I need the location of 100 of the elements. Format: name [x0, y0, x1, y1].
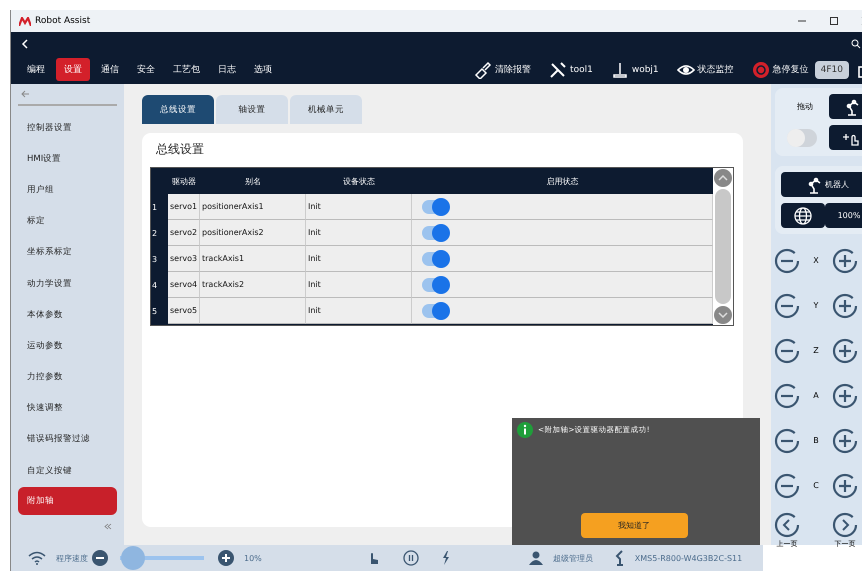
pause-icon[interactable]: [402, 550, 419, 566]
speed-value: 10%: [244, 554, 262, 562]
menu-tab[interactable]: 选项: [247, 59, 279, 80]
speed-label: 程序速度: [56, 552, 88, 564]
robot-mode-button[interactable]: [829, 94, 862, 119]
sidebar-item[interactable]: 力控参数: [18, 362, 117, 393]
menu-tab[interactable]: 安全: [130, 59, 162, 80]
minus-icon[interactable]: [774, 428, 800, 454]
tab[interactable]: 机械单元: [290, 95, 362, 124]
tab[interactable]: 总线设置: [142, 95, 214, 124]
collapse-icon[interactable]: [104, 523, 112, 530]
toolbar-button[interactable]: 急停复位: [752, 60, 809, 78]
back-icon[interactable]: [21, 38, 29, 48]
table-cell: servo3: [168, 246, 200, 272]
table-cell: trackAxis1: [200, 246, 306, 272]
column-header: 别名: [245, 176, 261, 186]
sidebar-item[interactable]: 快速调整: [18, 392, 117, 424]
sidebar-item[interactable]: 动力学设置: [18, 268, 117, 300]
sidebar-item[interactable]: 标定: [18, 206, 117, 237]
globe-icon: [794, 206, 812, 224]
search-icon[interactable]: [851, 38, 861, 48]
plus-icon[interactable]: [832, 248, 858, 274]
plus-icon[interactable]: [832, 338, 858, 364]
axis-label: X: [813, 256, 819, 265]
axis-label: B: [813, 436, 819, 445]
sidebar-item[interactable]: 坐标系标定: [18, 236, 117, 268]
tab[interactable]: 轴设置: [216, 95, 288, 124]
sidebar-item[interactable]: 运动参数: [18, 330, 117, 362]
minus-icon[interactable]: [774, 472, 800, 498]
table-cell: servo5: [168, 298, 200, 324]
plus-icon[interactable]: [832, 292, 858, 318]
toggle-switch[interactable]: [422, 226, 448, 240]
table-cell: Init: [306, 298, 412, 324]
plus-icon[interactable]: [832, 382, 858, 408]
robot-button[interactable]: 机器人: [781, 172, 862, 197]
toolbar-button[interactable]: 清除报警: [474, 60, 532, 78]
toggle-switch[interactable]: [422, 252, 448, 266]
table-cell: Init: [306, 246, 412, 272]
table-cell: Init: [306, 220, 412, 246]
sidebar-item[interactable]: 自定义按键: [18, 455, 117, 486]
table-cell: servo4: [168, 272, 200, 298]
previous-page-button[interactable]: [774, 512, 800, 538]
teach-point-button[interactable]: [829, 125, 862, 150]
sidebar-item[interactable]: HMI设置: [18, 143, 117, 174]
panel-title: 总线设置: [156, 141, 205, 158]
table-cell: servo1: [168, 194, 200, 220]
toolbar-button[interactable]: 状态监控: [676, 60, 734, 78]
sidebar-item[interactable]: 用户组: [18, 174, 117, 206]
broom-icon: [474, 60, 492, 78]
emergency-stop-icon: [752, 60, 770, 78]
drag-label: 拖动: [796, 101, 814, 112]
speed-button[interactable]: 100%: [825, 203, 862, 228]
plus-icon[interactable]: [832, 472, 858, 498]
sidebar-item[interactable]: 附加轴: [18, 487, 117, 516]
user-name: 超级管理员: [552, 552, 593, 564]
toolbar-button[interactable]: tool1: [549, 60, 593, 78]
minus-icon[interactable]: [774, 292, 800, 318]
axis-label: A: [813, 391, 819, 400]
axis-label: C: [813, 481, 819, 490]
plus-icon[interactable]: [832, 428, 858, 454]
lightning-icon[interactable]: [440, 551, 451, 565]
scroll-down-icon[interactable]: [714, 306, 732, 324]
slider-thumb[interactable]: [120, 546, 145, 570]
drag-toggle[interactable]: [787, 128, 817, 146]
table-cell: Init: [306, 194, 412, 220]
maximize-icon[interactable]: [829, 16, 839, 26]
table-cell: servo2: [168, 220, 200, 246]
minus-icon[interactable]: [92, 550, 108, 566]
toggle-switch[interactable]: [422, 304, 448, 318]
axis-label: Y: [814, 301, 818, 310]
pin-icon: [610, 60, 629, 78]
back-arrow-icon[interactable]: [21, 90, 29, 98]
sidebar-item[interactable]: 本体参数: [18, 299, 117, 330]
toggle-switch[interactable]: [422, 278, 448, 292]
plus-icon[interactable]: [218, 550, 234, 566]
sidebar-item[interactable]: 控制器设置: [18, 112, 117, 144]
scrollbar[interactable]: [713, 168, 733, 325]
menu-tab[interactable]: 通信: [94, 59, 126, 80]
coordinate-button[interactable]: [781, 203, 825, 228]
app-logo-icon: [19, 16, 31, 26]
info-icon: [517, 422, 533, 438]
column-header: 启用状态: [546, 176, 578, 186]
scroll-up-icon[interactable]: [714, 169, 732, 187]
menu-tab[interactable]: 设置: [56, 58, 90, 81]
acknowledge-button[interactable]: 我知道了: [580, 513, 688, 538]
menu-tab[interactable]: 编程: [20, 59, 52, 80]
next-page-button[interactable]: [832, 512, 858, 538]
table-cell: trackAxis2: [200, 272, 306, 298]
toggle-switch[interactable]: [422, 200, 448, 214]
menu-tab[interactable]: 工艺包: [166, 59, 207, 80]
minus-icon[interactable]: [774, 248, 800, 274]
sidebar-item[interactable]: 错误码报警过滤: [18, 424, 117, 456]
window-title: Robot Assist: [35, 16, 90, 26]
minus-icon[interactable]: [774, 338, 800, 364]
menu-tab[interactable]: 日志: [211, 59, 243, 80]
minus-icon[interactable]: [774, 382, 800, 408]
table-cell: Init: [306, 272, 412, 298]
column-header: 设备状态: [343, 176, 375, 186]
toolbar-button[interactable]: wobj1: [610, 60, 659, 78]
wifi-icon: [28, 551, 46, 565]
